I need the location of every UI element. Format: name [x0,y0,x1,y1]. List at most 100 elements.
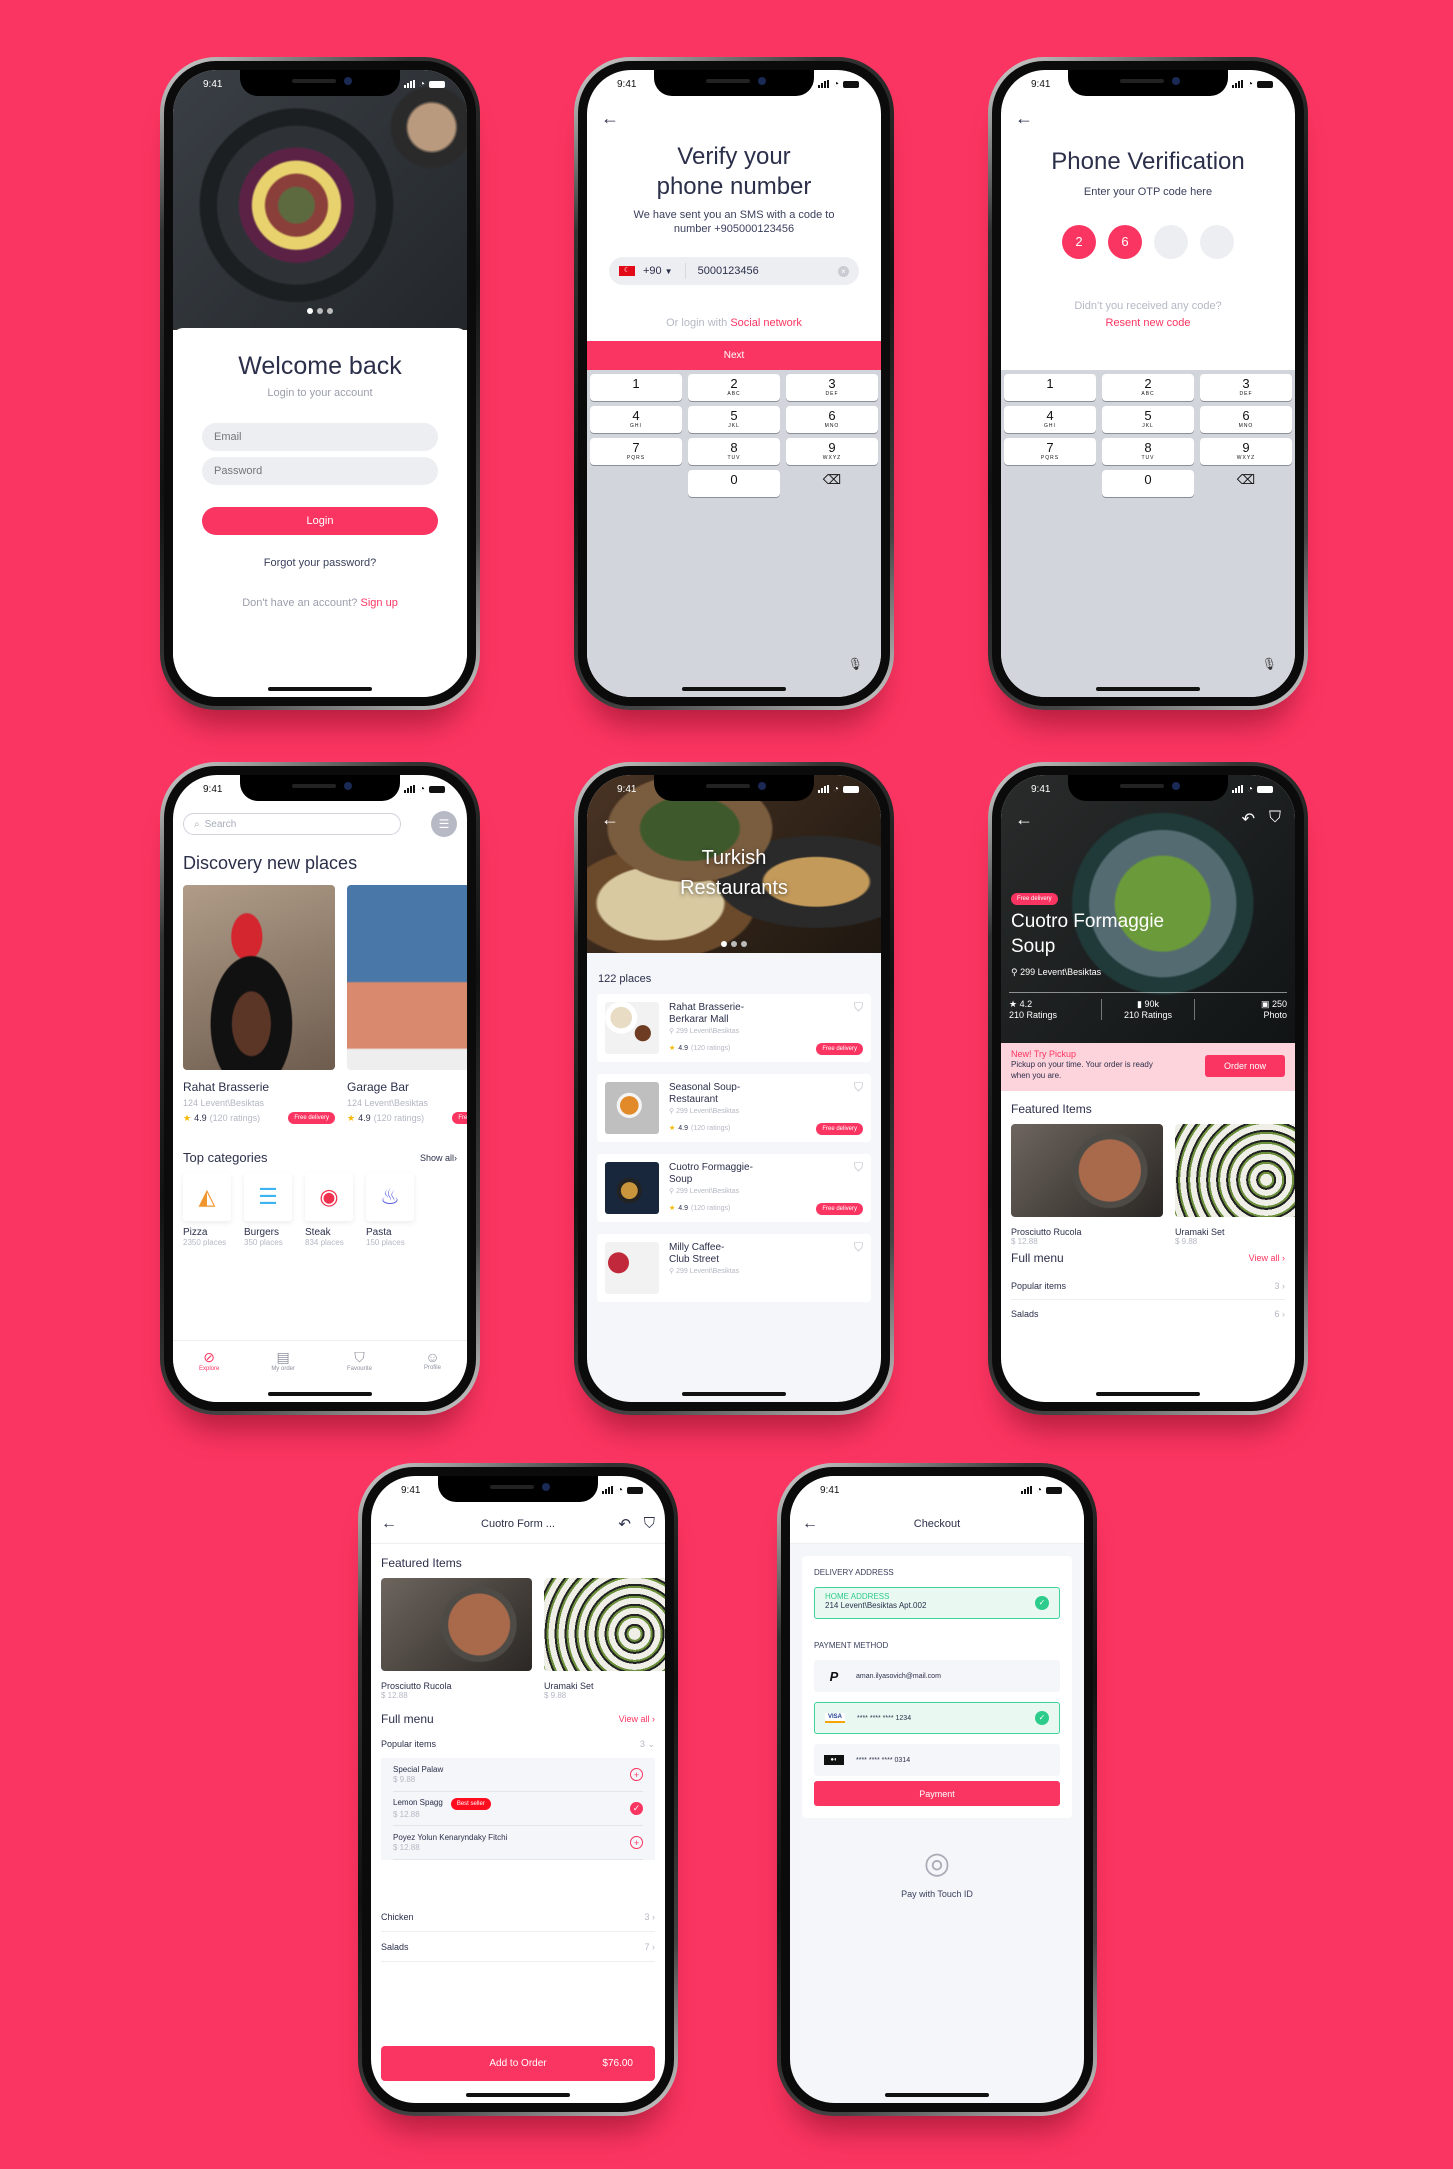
otp-digit[interactable] [1154,225,1188,259]
category-item[interactable]: ◭ Pizza 2350 places [183,1173,231,1247]
search-input[interactable]: ⌕ Search [183,813,401,835]
keypad-key[interactable]: 3 DEF [1200,374,1292,401]
otp-digit[interactable]: 6 [1108,225,1142,259]
dropdown-arrow-icon[interactable]: ▼ [665,267,673,276]
bookmark-icon[interactable]: ⛉ [854,1240,863,1255]
phone-input[interactable]: ☾ +90 ▼ 5000123456 × [609,257,859,285]
keypad-key[interactable]: 9 WXYZ [1200,438,1292,465]
menu-item[interactable]: Special Palaw $ 9.88 + [393,1758,643,1792]
keypad-key[interactable]: 9 WXYZ [786,438,878,465]
next-button[interactable]: Next [587,341,881,370]
phone-number-value[interactable]: 5000123456 [698,265,838,277]
tab-explore[interactable]: ⊘ Explore [199,1349,219,1402]
menu-item[interactable]: Lemon Spagg Best seller $ 12.88 ✓ [393,1792,643,1826]
backspace-key[interactable]: ⌫ [786,470,878,497]
payment-option-paypal[interactable]: Paman.ilyasovich@mail.com [814,1660,1060,1692]
category-item[interactable]: ◉ Steak 834 places [305,1173,353,1247]
carousel-dots[interactable] [721,941,747,947]
category-item[interactable]: ☰ Burgers 350 places [244,1173,292,1247]
login-button[interactable]: Login [202,507,438,535]
keypad-key[interactable]: 1 [590,374,682,401]
menu-category-row[interactable]: Chicken 3 › [381,1902,655,1932]
bookmark-icon[interactable]: ⛉ [854,1160,863,1175]
keypad-key[interactable]: 2 ABC [1102,374,1194,401]
keypad-key[interactable]: 5 JKL [688,406,780,433]
menu-category-row[interactable]: Salads 6 › [1011,1300,1285,1328]
home-address-option[interactable]: HOME ADDRESS 214 Levent\Besiktas Apt.002… [814,1587,1060,1619]
social-network-link[interactable]: Social network [730,317,802,329]
payment-option-visa[interactable]: VISA **** **** **** 1234 ✓ [814,1702,1060,1734]
view-all-link[interactable]: View all › [1249,1253,1285,1263]
filter-button[interactable]: ☰ [431,811,457,837]
key-digit: 1 [632,376,640,391]
forgot-password-link[interactable]: Forgot your password? [173,557,467,569]
bookmark-icon[interactable]: ⛉ [1269,809,1281,827]
restaurant-card[interactable]: Seasonal Soup- Restaurant ⚲ 299 Levent\Bes… [597,1074,871,1142]
view-all-link[interactable]: View all › [619,1714,655,1724]
country-code-select[interactable]: +90 [643,265,662,277]
backspace-key[interactable]: ⌫ [1200,470,1292,497]
featured-item[interactable]: Prosciutto Rucola $ 12.88 [1011,1124,1163,1246]
restaurant-card[interactable]: Milly Caffee- Club Street ⚲ 299 Levent\Bes… [597,1234,871,1302]
featured-item[interactable]: Uramaki Set $ 9.88 [544,1578,665,1700]
back-arrow-icon[interactable]: ← [1015,809,1033,830]
add-item-icon[interactable]: + [630,1768,643,1781]
resend-code-link[interactable]: Resent new code [1001,317,1295,329]
password-field[interactable] [202,457,438,485]
category-item[interactable]: ♨ Pasta 150 places [366,1173,414,1247]
keypad-key[interactable]: 4 GHI [590,406,682,433]
restaurant-card[interactable]: Rahat Brasserie- Berkarar Mall ⚲ 299 Leven… [597,994,871,1062]
share-icon[interactable]: ↶ [618,1515,631,1533]
selected-check-icon[interactable]: ✓ [630,1802,643,1815]
signup-link[interactable]: Sign up [361,597,398,609]
keypad-key[interactable]: 8 TUV [688,438,780,465]
carousel-dots[interactable] [307,308,333,314]
featured-item[interactable]: Prosciutto Rucola $ 12.88 [381,1578,532,1700]
back-arrow-icon[interactable]: ← [381,1515,397,1533]
featured-item[interactable]: Uramaki Set $ 9.88 [1175,1124,1295,1246]
place-card[interactable]: Rahat Brasserie 124 Levent\Besiktas ★ 4.9… [183,885,335,1124]
keypad-key[interactable]: 7 PQRS [1004,438,1096,465]
payment-option-card[interactable]: ●◐ **** **** **** 0314 [814,1744,1060,1776]
keypad-key[interactable]: 5 JKL [1102,406,1194,433]
keypad-key[interactable]: 6 MNO [1200,406,1292,433]
microphone-icon[interactable]: 🎙 [1262,657,1277,671]
menu-category-row[interactable]: Popular items 3 › [1011,1272,1285,1300]
payment-button[interactable]: Payment [814,1781,1060,1806]
back-arrow-icon[interactable]: ← [802,1515,818,1533]
add-item-icon[interactable]: + [630,1836,643,1849]
restaurant-card[interactable]: Cuotro Formaggie- Soup ⚲ 299 Levent\Besikt… [597,1154,871,1222]
keypad-key[interactable]: 2 ABC [688,374,780,401]
back-arrow-icon[interactable]: ← [601,108,619,129]
keypad-key[interactable]: 4 GHI [1004,406,1096,433]
item-price: $ 9.88 [393,1774,416,1784]
clear-icon[interactable]: × [838,265,849,277]
otp-digit[interactable]: 2 [1062,225,1096,259]
share-icon[interactable]: ↶ [1242,809,1255,829]
microphone-icon[interactable]: 🎙 [848,657,863,671]
menu-category-row[interactable]: Salads 7 › [381,1932,655,1962]
bookmark-icon[interactable]: ⛉ [854,1080,863,1095]
keypad-key[interactable]: 0 [688,470,780,497]
touch-id-section[interactable]: ◎ Pay with Touch ID [790,1846,1084,1899]
tab-profile[interactable]: ☺ Profile [424,1349,441,1402]
keypad-key[interactable]: 6 MNO [786,406,878,433]
add-to-order-button[interactable]: Add to Order $76.00 [381,2046,655,2081]
bookmark-icon[interactable]: ⛉ [854,1000,863,1015]
bookmark-icon[interactable]: ⛉ [644,1515,655,1532]
place-card[interactable]: Garage Bar 124 Levent\Besiktas ★ 4.9 (120 … [347,885,467,1124]
back-arrow-icon[interactable]: ← [1015,108,1033,129]
keypad-key[interactable]: 1 [1004,374,1096,401]
back-arrow-icon[interactable]: ← [601,809,619,830]
email-field[interactable] [202,423,438,451]
order-now-button[interactable]: Order now [1205,1055,1285,1077]
menu-item[interactable]: Poyez Yolun Kenaryndaky Fitchi $ 12.88 + [393,1826,643,1860]
otp-digit[interactable] [1200,225,1234,259]
keypad-key[interactable]: 7 PQRS [590,438,682,465]
popular-items-row[interactable]: Popular items 3 ⌄ [381,1732,655,1756]
show-all-link[interactable]: Show all› [420,1153,457,1163]
keypad-key[interactable]: 8 TUV [1102,438,1194,465]
keypad-key[interactable]: 0 [1102,470,1194,497]
keypad-key[interactable]: 3 DEF [786,374,878,401]
keypad-spacer [590,470,682,497]
